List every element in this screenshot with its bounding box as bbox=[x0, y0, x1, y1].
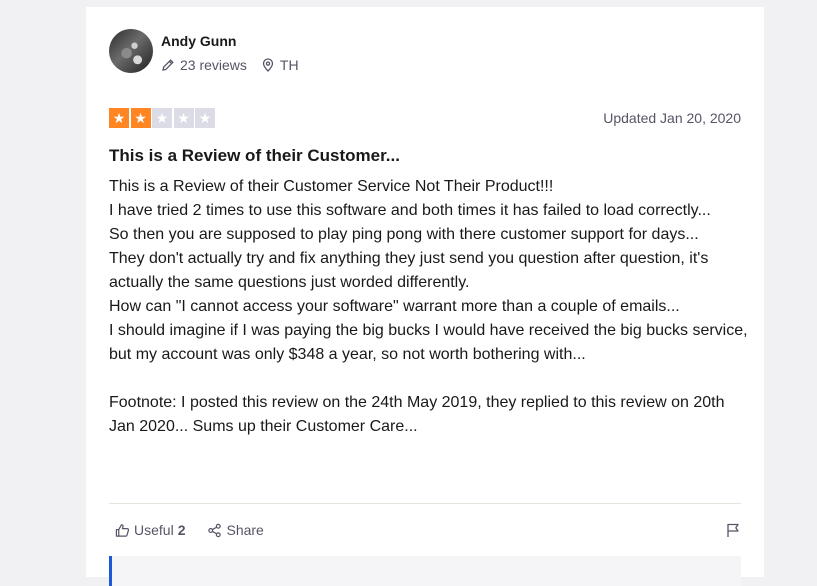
star-icon: ★ bbox=[109, 108, 129, 128]
flag-button[interactable] bbox=[725, 522, 741, 538]
rating-row: ★ ★ ★ ★ ★ Updated Jan 20, 2020 bbox=[109, 108, 741, 128]
pencil-icon bbox=[162, 59, 174, 71]
divider bbox=[109, 503, 741, 504]
review-actions: Useful 2 Share bbox=[109, 519, 741, 541]
location-pin-icon bbox=[262, 58, 274, 72]
share-icon bbox=[208, 523, 222, 537]
flag-icon bbox=[727, 523, 739, 537]
reviewer-location: TH bbox=[261, 57, 299, 73]
star-icon: ★ bbox=[130, 108, 151, 128]
review-card: Andy Gunn 23 reviews TH ★ ★ ★ ★ ★ Update… bbox=[86, 7, 764, 586]
avatar[interactable] bbox=[109, 29, 153, 73]
useful-button[interactable]: Useful 2 bbox=[109, 520, 191, 540]
reviewer-info: Andy Gunn 23 reviews TH bbox=[161, 29, 299, 73]
reviews-count: 23 reviews bbox=[161, 57, 247, 73]
star-icon: ★ bbox=[173, 108, 194, 128]
review-text-line: This is a Review of their Customer Servi… bbox=[109, 178, 554, 195]
review-text-line: I should imagine if I was paying the big… bbox=[109, 322, 748, 363]
useful-label: Useful bbox=[134, 522, 174, 538]
useful-count: 2 bbox=[177, 522, 186, 538]
company-reply bbox=[109, 556, 741, 586]
reviewer-name[interactable]: Andy Gunn bbox=[161, 33, 299, 49]
review-text-line: How can "I cannot access your software" … bbox=[109, 298, 680, 315]
reviewer-header: Andy Gunn 23 reviews TH bbox=[109, 29, 299, 73]
reviewer-meta: 23 reviews TH bbox=[161, 57, 299, 73]
star-icon: ★ bbox=[152, 108, 172, 128]
share-label: Share bbox=[226, 522, 264, 538]
thumbs-up-icon bbox=[115, 523, 130, 537]
share-button[interactable]: Share bbox=[201, 520, 269, 540]
location-text: TH bbox=[279, 57, 299, 73]
review-text-line: So then you are supposed to play ping po… bbox=[109, 226, 699, 243]
review-text-line: Footnote: I posted this review on the 24… bbox=[109, 394, 725, 435]
reviews-count-text: 23 reviews bbox=[180, 57, 247, 73]
review-text-line: They don't actually try and fix anything… bbox=[109, 250, 709, 291]
star-icon: ★ bbox=[195, 108, 215, 128]
review-body: This is a Review of their Customer Servi… bbox=[109, 175, 749, 439]
review-text-line: I have tried 2 times to use this softwar… bbox=[109, 202, 711, 219]
review-title[interactable]: This is a Review of their Customer... bbox=[109, 145, 400, 167]
review-date: Updated Jan 20, 2020 bbox=[603, 110, 741, 126]
star-rating: ★ ★ ★ ★ ★ bbox=[109, 108, 217, 128]
